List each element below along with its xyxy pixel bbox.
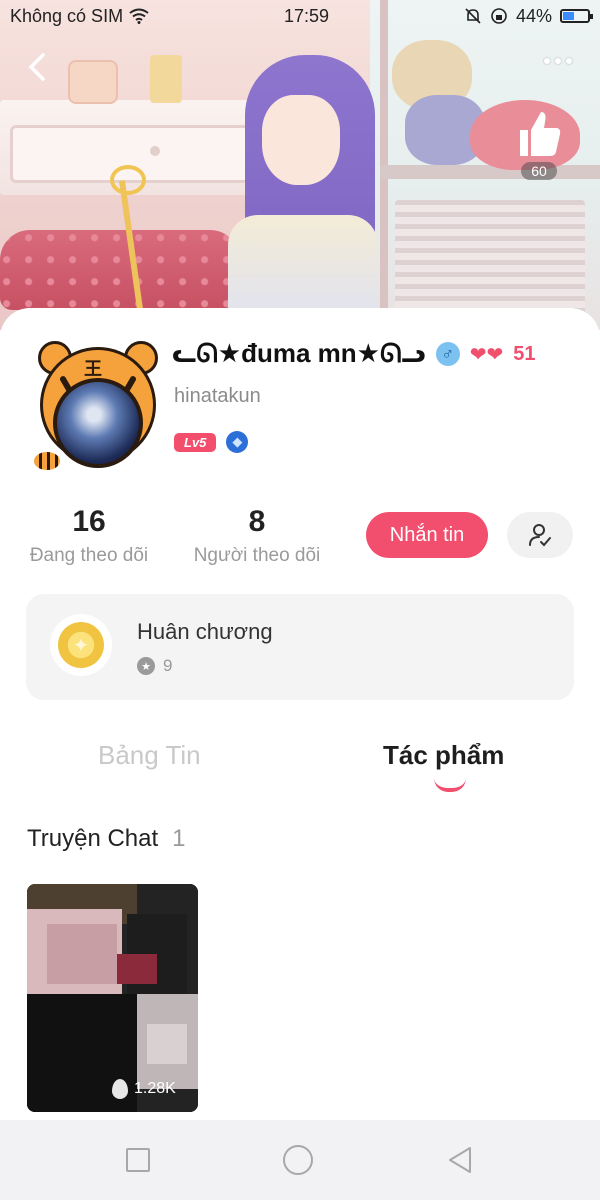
followers-count: 8: [248, 505, 266, 538]
battery-percent: 44%: [515, 5, 552, 26]
avatar[interactable]: 王: [34, 335, 162, 470]
tab-feed[interactable]: Bảng Tin: [98, 740, 201, 771]
name-row: ᓚᘏ★đuma mn★ᘏᓗ ♂ ❤❤ 51: [172, 338, 536, 370]
system-nav-bar: [0, 1120, 600, 1200]
section-header: Truyện Chat 1: [27, 825, 186, 853]
recents-button[interactable]: [126, 1148, 151, 1172]
medal-title: Huân chương: [137, 619, 273, 644]
chevron-left-icon: [28, 53, 45, 81]
story-views: 1.28K: [112, 1079, 176, 1099]
back-nav-button[interactable]: [446, 1145, 474, 1175]
avatar-photo: [53, 378, 143, 468]
status-bar: Không có SIM 17:59 44%: [0, 0, 600, 32]
followers-label: Người theo dõi: [193, 545, 321, 566]
hearts-icon: ❤❤: [469, 343, 504, 366]
medal-icon: ✦: [50, 614, 112, 676]
battery-icon: [559, 9, 593, 23]
bell-off-icon: [465, 8, 481, 24]
clock: 17:59: [283, 5, 330, 26]
profile-banner: [0, 0, 600, 330]
medal-count-row: ★ 9: [137, 656, 172, 676]
thumbs-up-icon: [520, 112, 561, 156]
follow-button[interactable]: [507, 512, 573, 558]
section-title: Truyện Chat: [27, 825, 159, 852]
following-count: 16: [72, 505, 106, 538]
male-icon: ♂: [435, 342, 460, 366]
user-check-icon: [529, 524, 551, 547]
tab-works[interactable]: Tác phẩm: [383, 740, 504, 771]
home-button[interactable]: [282, 1145, 313, 1175]
diamond-badge-icon[interactable]: ◆: [226, 431, 249, 453]
more-button[interactable]: [544, 58, 572, 64]
section-count: 1: [172, 825, 186, 852]
back-button[interactable]: [20, 50, 54, 84]
heart-count: 51: [513, 342, 536, 365]
orientation-lock-icon: [491, 8, 507, 24]
like-button[interactable]: 60: [514, 108, 564, 181]
level-badge[interactable]: Lv5: [174, 432, 217, 452]
username: hinatakun: [174, 385, 261, 407]
fire-icon: [112, 1079, 128, 1099]
followers-stat[interactable]: 8 Người theo dõi: [190, 505, 324, 567]
wifi-icon: [129, 8, 149, 24]
message-button[interactable]: Nhắn tin: [366, 512, 488, 558]
carrier-label: Không có SIM: [10, 5, 124, 26]
story-view-count: 1.28K: [134, 1080, 176, 1097]
medal-count: 9: [163, 656, 173, 675]
more-dots-icon: [544, 58, 550, 64]
display-name: ᓚᘏ★đuma mn★ᘏᓗ: [172, 338, 426, 368]
following-label: Đang theo dõi: [29, 545, 149, 566]
story-card[interactable]: [27, 884, 198, 1112]
star-icon: ★: [137, 657, 155, 675]
like-count: 60: [521, 162, 557, 180]
badge-row: Lv5 ◆: [174, 431, 249, 453]
following-stat[interactable]: 16 Đang theo dõi: [26, 505, 152, 567]
